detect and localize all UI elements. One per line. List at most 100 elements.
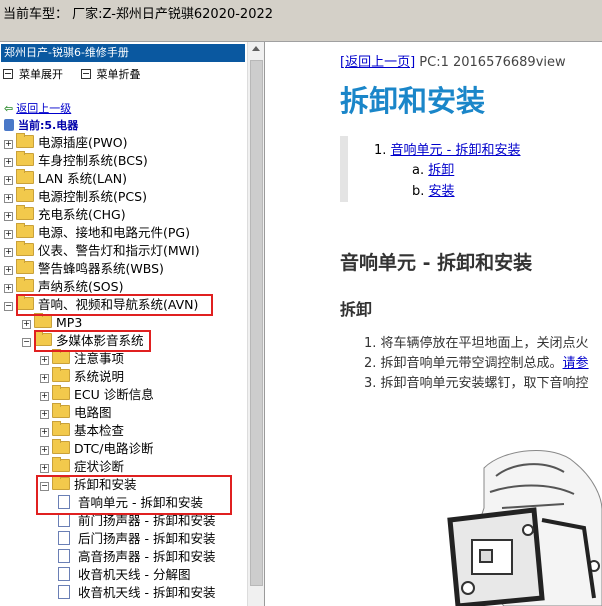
highlight-avn [16, 294, 213, 316]
back-up-link[interactable]: ⇦ 返回上一级 [4, 100, 71, 116]
tree-node-label: 电源控制系统(PCS) [38, 189, 147, 204]
expand-node-icon[interactable]: + [40, 428, 49, 437]
left-scrollbar[interactable] [247, 42, 264, 606]
folder-icon [16, 205, 34, 220]
tree-node[interactable]: 高音扬声器 - 拆卸和安装 [58, 548, 215, 566]
expand-node-icon[interactable]: + [40, 464, 49, 473]
tree-node-label: LAN 系统(LAN) [38, 171, 128, 186]
document-icon [58, 549, 70, 563]
expand-node-icon[interactable]: + [4, 248, 13, 257]
folder-icon [52, 349, 70, 364]
menu-row: 菜单展开 菜单折叠 [3, 66, 155, 82]
tree-node[interactable]: + 电路图 [40, 403, 112, 422]
folder-icon [16, 133, 34, 148]
tree-node-label: 收音机天线 - 拆卸和安装 [78, 585, 216, 600]
tree-node-label: 仪表、警告灯和指示灯(MWI) [38, 243, 200, 258]
tree-node-label: 车身控制系统(BCS) [38, 153, 148, 168]
tree-node[interactable]: + 基本检查 [40, 421, 124, 440]
panel-header: 郑州日产-锐骐6-维修手册 [1, 44, 245, 62]
page-nav: [返回上一页] PC:1 2016576689view [340, 51, 566, 70]
expand-node-icon[interactable]: + [4, 158, 13, 167]
current-section: 当前:5.电器 [4, 117, 78, 133]
tree-node-label: 警告蜂鸣器系统(WBS) [38, 261, 164, 276]
collapse-icon [80, 69, 91, 79]
tree-node-label: 收音机天线 - 分解图 [78, 567, 191, 582]
expand-node-icon[interactable]: + [40, 446, 49, 455]
scroll-thumb[interactable] [250, 60, 263, 586]
tree-node[interactable]: + 症状诊断 [40, 457, 125, 476]
tree-node-label: DTC/电路诊断 [74, 441, 154, 456]
step-item: 1. 将车辆停放在平坦地面上，关闭点火 [364, 336, 589, 351]
title-bar: 当前车型： 厂家:Z-郑州日产锐骐62020-2022 [0, 0, 602, 42]
collapse-node-icon[interactable]: − [22, 338, 31, 347]
steps-list: 1. 将车辆停放在平坦地面上，关闭点火 2. 拆卸音响单元带空调控制总成。请参 … [364, 332, 589, 392]
reference-link[interactable]: 请参 [563, 356, 589, 371]
back-arrow-icon: ⇦ [4, 102, 14, 115]
tree-node[interactable]: 后门扬声器 - 拆卸和安装 [58, 530, 215, 548]
collapse-menu-button[interactable]: 菜单折叠 [80, 68, 141, 81]
tree-node[interactable]: + ECU 诊断信息 [40, 385, 154, 404]
tree-node[interactable]: + LAN 系统(LAN) [4, 169, 128, 188]
expand-node-icon[interactable]: + [40, 374, 49, 383]
folder-icon [16, 169, 34, 184]
tree-node[interactable]: + 警告蜂鸣器系统(WBS) [4, 259, 164, 278]
collapse-node-icon[interactable]: − [4, 302, 13, 311]
folder-icon [52, 385, 70, 400]
document-icon [58, 513, 70, 527]
document-icon [58, 567, 70, 581]
toc-link-removal[interactable]: 拆卸 [428, 163, 454, 178]
toc-link-install[interactable]: 安装 [429, 184, 455, 199]
expand-node-icon[interactable]: + [4, 266, 13, 275]
toc-link-audio-unit[interactable]: 音响单元 - 拆卸和安装 [391, 143, 521, 158]
audio-unit-illustration [447, 450, 602, 606]
tree-node[interactable]: + DTC/电路诊断 [40, 439, 154, 458]
expand-node-icon[interactable]: + [40, 392, 49, 401]
tree-node[interactable]: + 充电系统(CHG) [4, 205, 126, 224]
tree-node[interactable]: + 注意事项 [40, 349, 125, 368]
tree-node-label: 症状诊断 [74, 459, 125, 474]
folder-icon [16, 187, 34, 202]
folder-icon [16, 151, 34, 166]
toc-item: 1. 音响单元 - 拆卸和安装 [374, 143, 521, 158]
tree-node-label: 注意事项 [74, 351, 125, 366]
expand-node-icon[interactable]: + [4, 176, 13, 185]
expand-node-icon[interactable]: + [4, 140, 13, 149]
expand-node-icon[interactable]: + [22, 320, 31, 329]
current-model-title: 当前车型： 厂家:Z-郑州日产锐骐62020-2022 [3, 7, 274, 22]
document-icon [58, 531, 70, 545]
tree-node[interactable]: 收音机天线 - 拆卸和安装 [58, 584, 215, 602]
expand-node-icon[interactable]: + [40, 356, 49, 365]
tree-node-label: 电源插座(PWO) [38, 135, 128, 150]
tree-node-label: 充电系统(CHG) [38, 207, 126, 222]
expand-node-icon[interactable]: + [40, 410, 49, 419]
tree-node[interactable]: + 仪表、警告灯和指示灯(MWI) [4, 241, 200, 260]
document-icon [58, 585, 70, 599]
back-page-link[interactable]: [返回上一页] [340, 55, 415, 70]
tree-node-label: 声纳系统(SOS) [38, 279, 124, 294]
expand-node-icon[interactable]: + [4, 194, 13, 203]
tree-node-label: MP3 [56, 315, 83, 330]
step-item: 3. 拆卸音响单元安装螺钉，取下音响控 [364, 376, 589, 391]
expand-menu-button[interactable]: 菜单展开 [3, 68, 63, 81]
tree-node-label: 后门扬声器 - 拆卸和安装 [78, 531, 216, 546]
tree-node[interactable]: + 系统说明 [40, 367, 124, 386]
folder-icon [52, 421, 70, 436]
tree-node[interactable]: + 电源、接地和电路元件(PG) [4, 223, 190, 242]
folder-icon [16, 223, 34, 238]
tree-node[interactable]: + 电源控制系统(PCS) [4, 187, 147, 206]
page-info: PC:1 2016576689view [415, 55, 566, 70]
expand-node-icon[interactable]: + [4, 212, 13, 221]
tree-node[interactable]: + 电源插座(PWO) [4, 133, 128, 152]
expand-node-icon[interactable]: + [4, 284, 13, 293]
highlight-multimedia [34, 330, 151, 352]
toc-subitem: a. 拆卸 [412, 163, 455, 178]
tree-node[interactable]: + 车身控制系统(BCS) [4, 151, 148, 170]
scroll-up-arrow-icon[interactable] [252, 46, 260, 51]
tree-node-label: 前门扬声器 - 拆卸和安装 [78, 513, 216, 528]
folder-icon [16, 241, 34, 256]
expand-node-icon[interactable]: + [4, 230, 13, 239]
tree-node[interactable]: 收音机天线 - 分解图 [58, 566, 190, 584]
folder-icon [16, 259, 34, 274]
page-title: 拆卸和安装 [340, 84, 486, 118]
tree-node-label: 高音扬声器 - 拆卸和安装 [78, 549, 216, 564]
